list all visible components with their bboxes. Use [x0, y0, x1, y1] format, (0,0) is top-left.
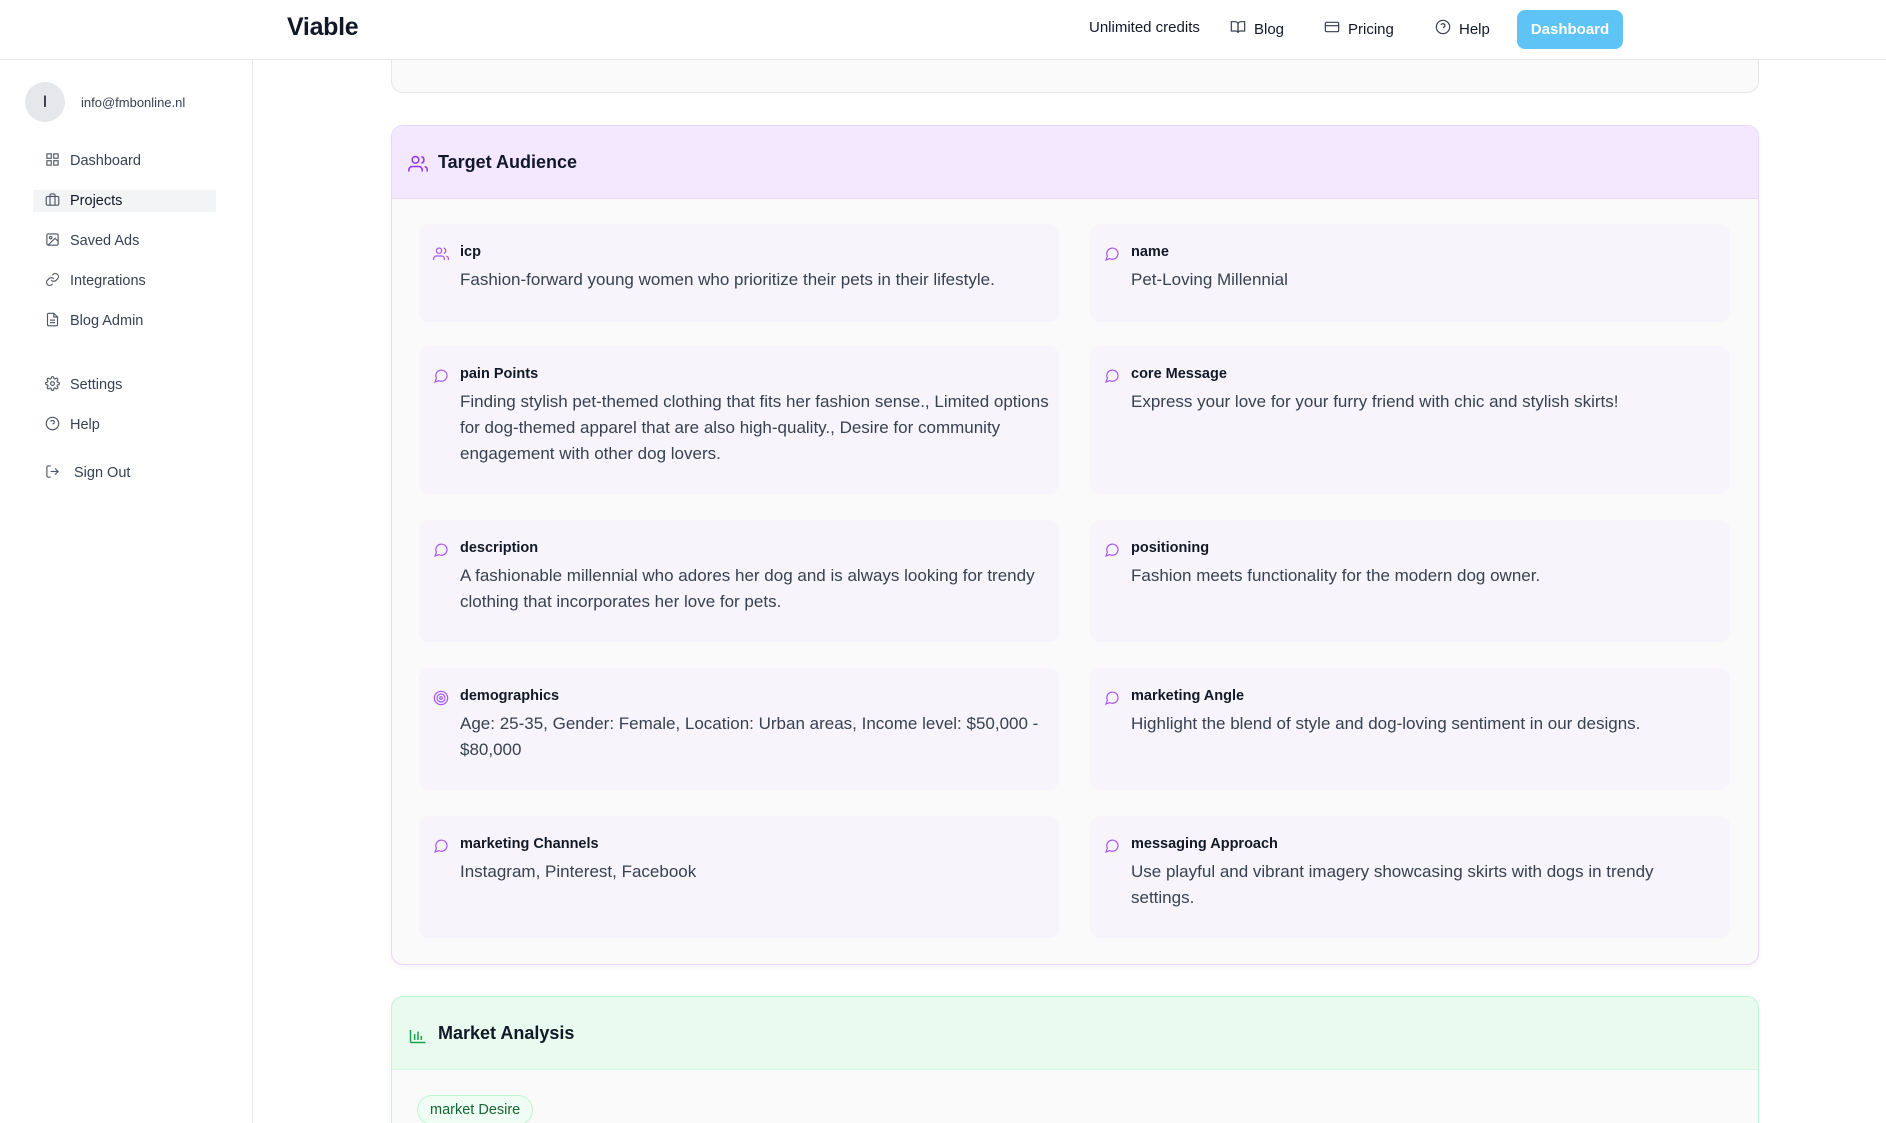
file-text-icon — [45, 312, 60, 331]
image-icon — [45, 232, 60, 251]
sidebar-item-projects[interactable]: Projects — [33, 190, 216, 212]
avatar: I — [25, 82, 65, 122]
market-analysis-header: Market Analysis — [392, 997, 1758, 1070]
briefcase-icon — [45, 192, 60, 211]
sidebar-item-label: Blog Admin — [70, 313, 144, 329]
nav-blog-link[interactable]: Blog — [1230, 19, 1284, 39]
target-icon — [433, 690, 449, 706]
help-circle-icon — [45, 416, 60, 435]
field-value: Finding stylish pet-themed clothing that… — [460, 392, 1049, 463]
field-name: name Pet-Loving Millennial — [1090, 224, 1730, 322]
book-icon — [1230, 19, 1246, 39]
sidebar-item-saved-ads[interactable]: Saved Ads — [33, 230, 216, 252]
grid-icon — [45, 152, 60, 171]
field-value: A fashionable millennial who adores her … — [460, 566, 1035, 611]
sidebar: I info@fmbonline.nl Dashboard Projects S… — [0, 60, 253, 1123]
sign-out-button[interactable]: Sign Out — [33, 462, 216, 484]
top-header: Viable Unlimited credits Blog Pricing He… — [0, 0, 1886, 60]
market-analysis-card: Market Analysis market Desire — [391, 996, 1759, 1123]
field-description: description A fashionable millennial who… — [419, 520, 1059, 642]
users-icon — [408, 146, 428, 179]
nav-pricing-label: Pricing — [1348, 20, 1394, 38]
sidebar-item-integrations[interactable]: Integrations — [33, 270, 216, 292]
section-title: Target Audience — [438, 151, 578, 172]
message-circle-icon — [1104, 690, 1120, 706]
message-circle-icon — [1104, 838, 1120, 854]
target-audience-card: Target Audience icp Fashion-forward youn… — [391, 125, 1759, 965]
field-label: positioning — [1131, 540, 1210, 556]
field-demographics: demographics Age: 25-35, Gender: Female,… — [419, 668, 1059, 790]
field-value: Instagram, Pinterest, Facebook — [460, 862, 697, 881]
field-icp: icp Fashion-forward young women who prio… — [419, 224, 1059, 322]
message-circle-icon — [1104, 542, 1120, 558]
field-label: marketing Channels — [460, 836, 599, 852]
link-icon — [45, 272, 60, 291]
field-value: Express your love for your furry friend … — [1131, 392, 1619, 411]
sidebar-item-settings[interactable]: Settings — [33, 374, 216, 396]
sidebar-item-label: Saved Ads — [70, 233, 140, 249]
message-circle-icon — [433, 368, 449, 384]
message-circle-icon — [1104, 368, 1120, 384]
field-label: pain Points — [460, 366, 539, 382]
field-label: description — [460, 540, 539, 556]
user-profile[interactable]: I info@fmbonline.nl — [25, 82, 185, 122]
field-marketing-angle: marketing Angle Highlight the blend of s… — [1090, 668, 1730, 790]
brand-logo[interactable]: Viable — [287, 13, 359, 42]
nav-help-label: Help — [1459, 20, 1490, 38]
target-audience-header: Target Audience — [392, 126, 1758, 199]
field-marketing-channels: marketing Channels Instagram, Pinterest,… — [419, 816, 1059, 938]
nav-help-link[interactable]: Help — [1435, 19, 1490, 39]
field-core-message: core Message Express your love for your … — [1090, 346, 1730, 494]
section-title: Market Analysis — [438, 1022, 575, 1043]
message-circle-icon — [433, 838, 449, 854]
sidebar-item-label: Sign Out — [74, 465, 131, 481]
field-messaging-approach: messaging Approach Use playful and vibra… — [1090, 816, 1730, 938]
user-email: info@fmbonline.nl — [81, 94, 186, 110]
field-value: Age: 25-35, Gender: Female, Location: Ur… — [460, 714, 1039, 759]
sidebar-item-label: Dashboard — [70, 153, 141, 169]
field-positioning: positioning Fashion meets functionality … — [1090, 520, 1730, 642]
field-pain-points: pain Points Finding stylish pet-themed c… — [419, 346, 1059, 494]
sidebar-item-label: Integrations — [70, 273, 146, 289]
field-label: marketing Angle — [1131, 688, 1245, 704]
message-circle-icon — [433, 542, 449, 558]
message-circle-icon — [1104, 246, 1120, 262]
field-value: Fashion meets functionality for the mode… — [1131, 566, 1541, 585]
users-icon — [433, 246, 449, 262]
gear-icon — [45, 375, 60, 395]
field-label: core Message — [1131, 366, 1227, 382]
field-label: demographics — [460, 688, 560, 704]
sidebar-item-label: Projects — [70, 193, 123, 209]
nav-pricing-link[interactable]: Pricing — [1324, 19, 1394, 39]
help-circle-icon — [1435, 19, 1451, 39]
sidebar-item-label: Settings — [70, 377, 123, 393]
field-value: Use playful and vibrant imagery showcasi… — [1131, 862, 1654, 907]
field-value: Fashion-forward young women who prioriti… — [460, 270, 995, 289]
market-desire-tag[interactable]: market Desire — [417, 1095, 534, 1123]
sidebar-item-dashboard[interactable]: Dashboard — [33, 150, 216, 172]
field-label: name — [1131, 244, 1169, 260]
nav-blog-label: Blog — [1254, 20, 1285, 38]
dashboard-button[interactable]: Dashboard — [1517, 10, 1623, 49]
sidebar-item-help[interactable]: Help — [33, 414, 216, 436]
log-out-icon — [45, 464, 60, 483]
field-value: Pet-Loving Millennial — [1131, 270, 1288, 289]
field-value: Highlight the blend of style and dog-lov… — [1131, 714, 1641, 733]
sidebar-item-label: Help — [70, 417, 100, 433]
field-label: icp — [460, 244, 481, 260]
credits-label: Unlimited credits — [1089, 19, 1200, 36]
field-label: messaging Approach — [1131, 836, 1278, 852]
sidebar-item-blog-admin[interactable]: Blog Admin — [33, 310, 216, 332]
credit-card-icon — [1324, 19, 1340, 39]
bar-chart-icon — [408, 1017, 428, 1050]
